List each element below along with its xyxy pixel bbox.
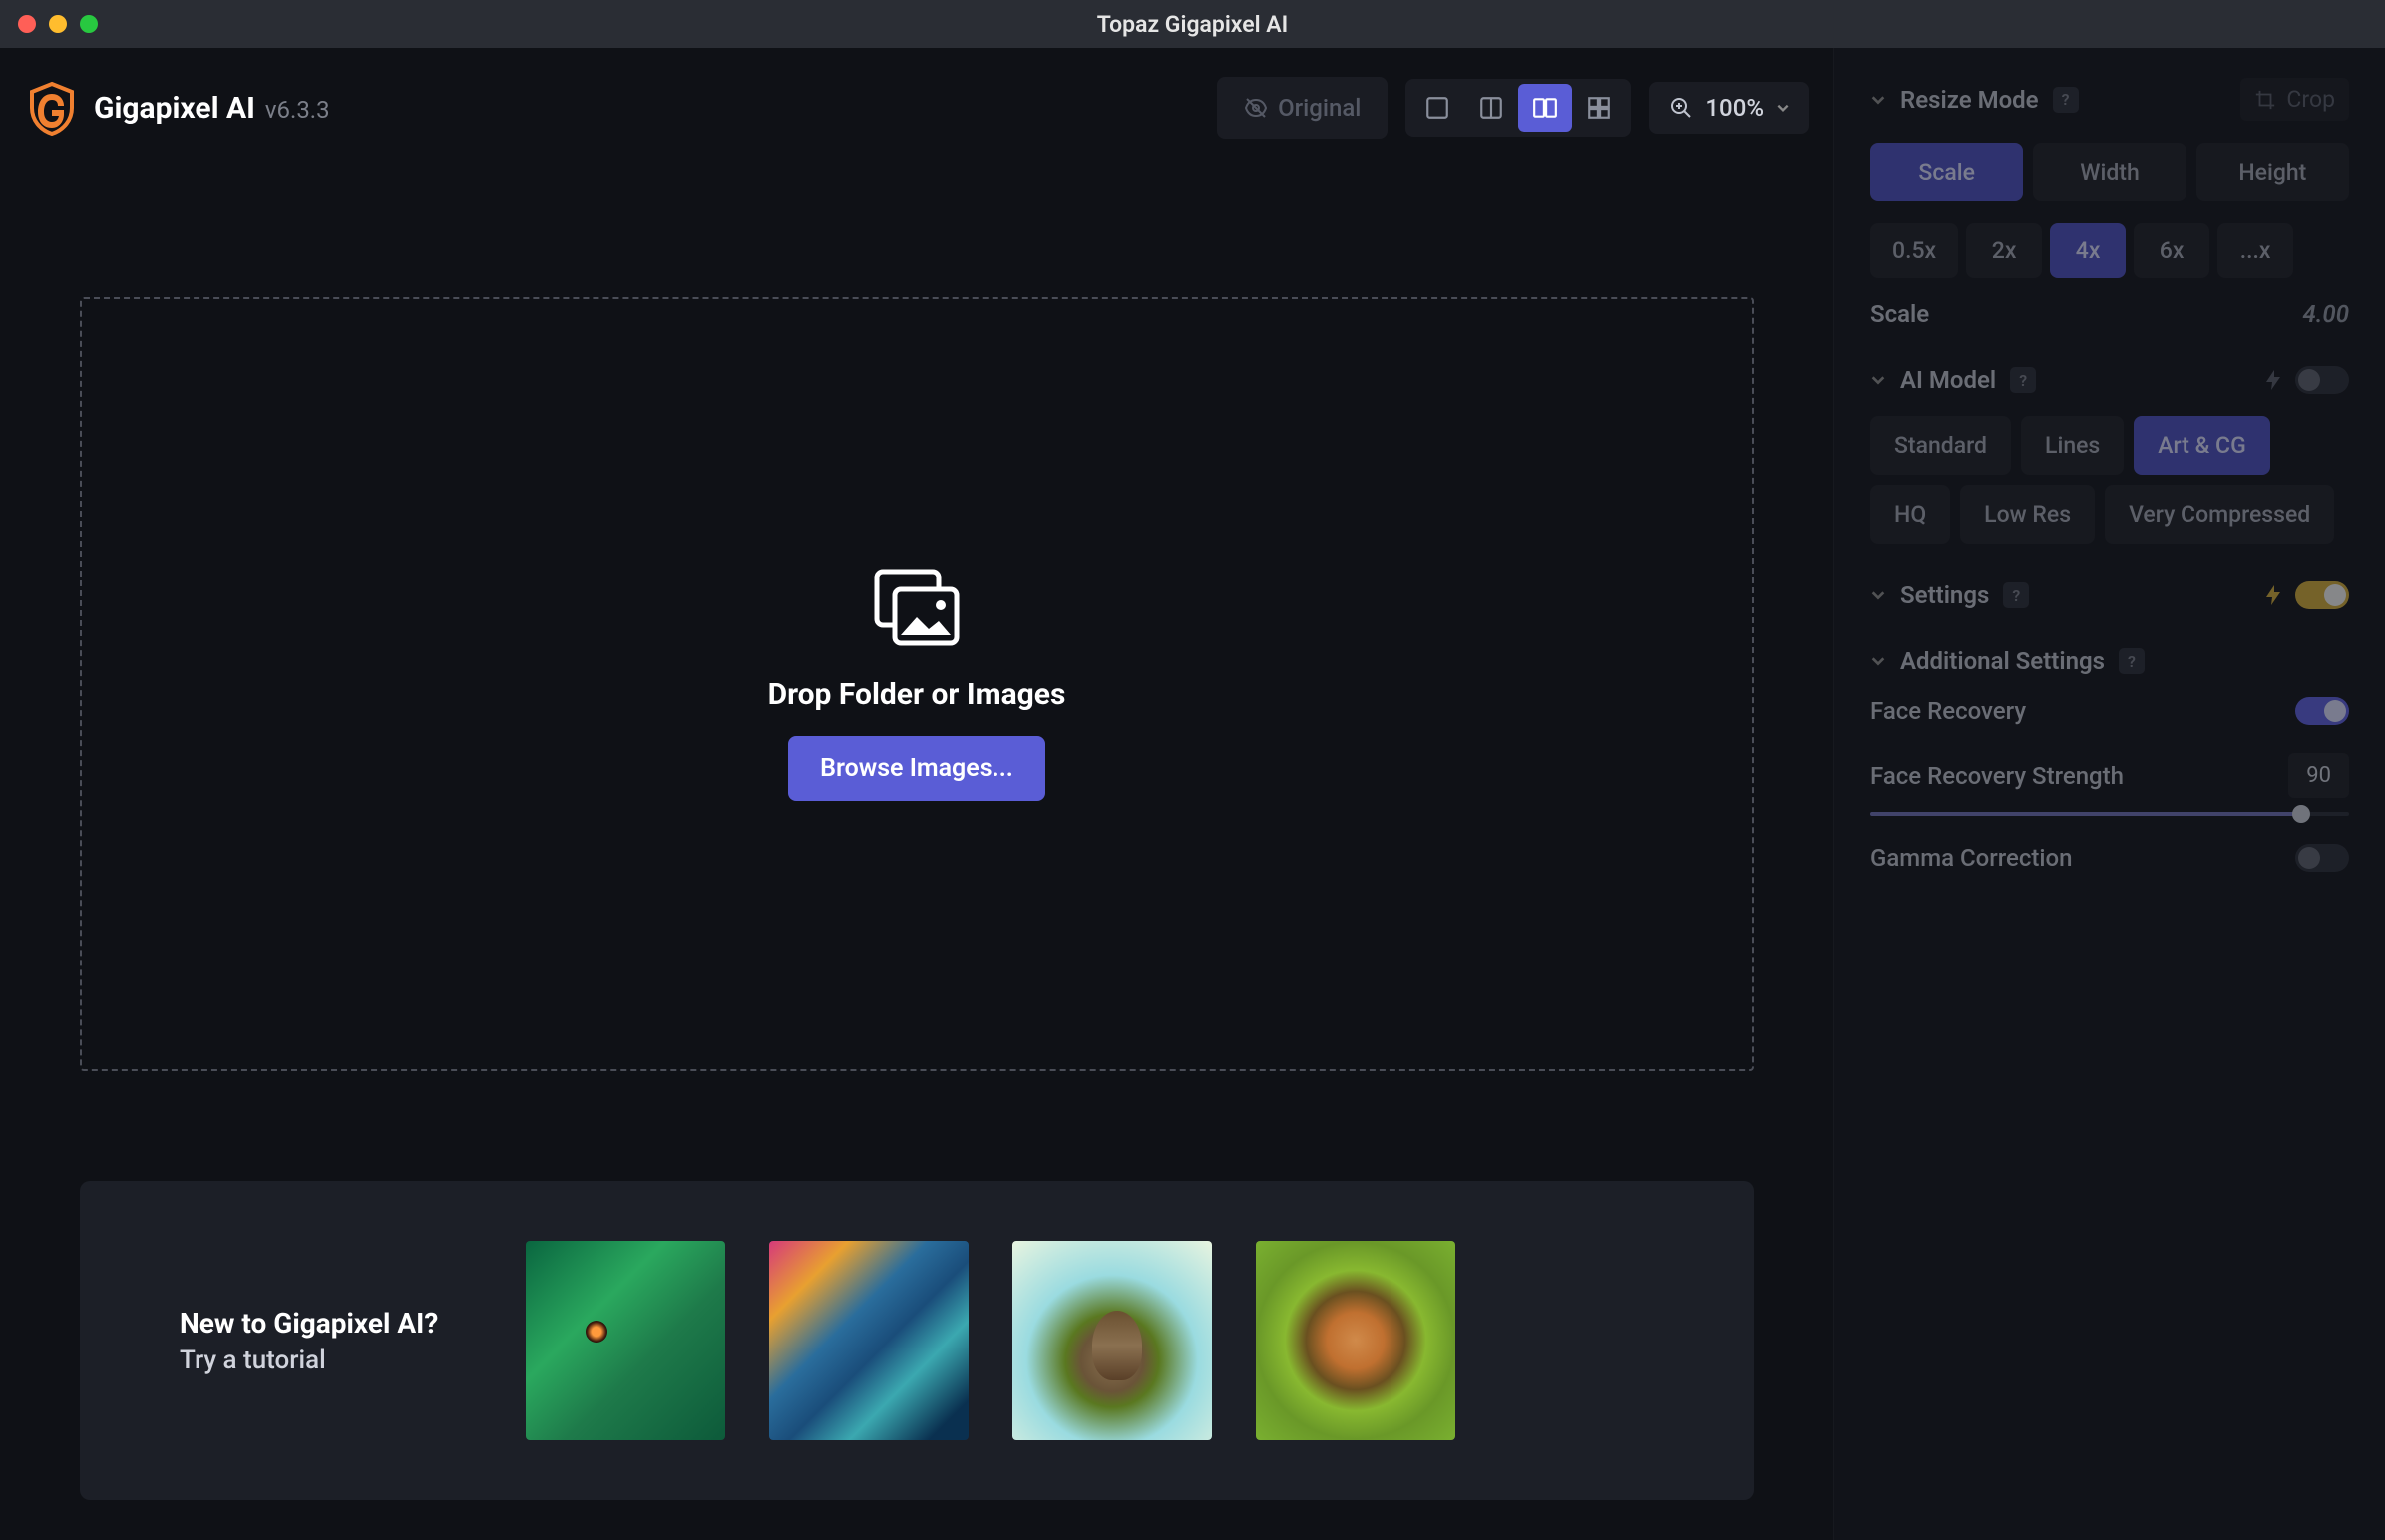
ai-model-title: AI Model [1900,366,1996,394]
help-badge[interactable]: ? [2119,648,2145,674]
ai-model-section: AI Model ? Standard Lines Art & CG HQ Lo… [1870,366,2349,544]
model-artcg-button[interactable]: Art & CG [2134,416,2269,475]
chevron-down-icon[interactable] [1870,92,1886,108]
help-badge[interactable]: ? [2003,582,2029,608]
chevron-down-icon[interactable] [1870,653,1886,669]
tutorial-thumb-lizard[interactable] [526,1241,725,1440]
chevron-down-icon[interactable] [1870,372,1886,388]
resize-mode-section: Resize Mode ? Crop Scale Width Height 0.… [1870,78,2349,328]
image-stack-icon [869,568,965,653]
settings-auto-toggle[interactable] [2295,581,2349,609]
face-recovery-toggle[interactable] [2295,697,2349,725]
slider-thumb[interactable] [2292,805,2310,823]
tutorial-thumb-owl[interactable] [1012,1241,1212,1440]
scale-half-button[interactable]: 0.5x [1870,223,1958,278]
help-badge[interactable]: ? [2010,367,2036,393]
bolt-icon [2263,369,2283,391]
tutorial-title: New to Gigapixel AI? [180,1307,438,1340]
tutorial-subtitle: Try a tutorial [180,1346,438,1375]
ai-auto-toggle[interactable] [2295,366,2349,394]
app-logo-wrap: Gigapixel AI v6.3.3 [24,80,330,136]
crop-label: Crop [2286,86,2335,113]
face-recovery-strength-label: Face Recovery Strength [1870,762,2124,790]
traffic-lights [18,15,98,33]
additional-settings-section: Additional Settings ? Face Recovery Face… [1870,647,2349,872]
titlebar: Topaz Gigapixel AI [0,0,2385,48]
eye-off-icon [1244,96,1268,120]
model-standard-button[interactable]: Standard [1870,416,2011,475]
sidebar: Resize Mode ? Crop Scale Width Height 0.… [1833,48,2385,1540]
minimize-window-button[interactable] [49,15,67,33]
mode-width-button[interactable]: Width [2033,143,2186,201]
view-side-by-side-icon [1532,95,1558,121]
model-lines-button[interactable]: Lines [2021,416,2124,475]
zoom-level: 100% [1705,94,1764,122]
browse-images-button[interactable]: Browse Images... [788,736,1045,801]
app-header: Gigapixel AI v6.3.3 Original [0,48,1833,168]
mode-scale-button[interactable]: Scale [1870,143,2023,201]
content-area: Drop Folder or Images Browse Images... N… [0,168,1833,1540]
chevron-down-icon [1776,101,1789,115]
dropzone-text: Drop Folder or Images [768,677,1066,712]
crop-icon [2254,89,2276,111]
app-version: v6.3.3 [265,96,330,124]
gamma-correction-toggle[interactable] [2295,844,2349,872]
model-hq-button[interactable]: HQ [1870,485,1950,544]
model-verycompressed-button[interactable]: Very Compressed [2105,485,2334,544]
gamma-correction-label: Gamma Correction [1870,844,2073,872]
view-grid-icon [1586,95,1612,121]
scale-custom-button[interactable]: ...x [2217,223,2293,278]
zoom-in-icon [1669,96,1693,120]
help-badge[interactable]: ? [2053,87,2079,113]
zoom-control[interactable]: 100% [1649,82,1809,134]
main-area: Gigapixel AI v6.3.3 Original [0,48,1833,1540]
view-mode-group [1405,79,1631,137]
tutorial-thumbs [526,1241,1455,1440]
preview-mode-group: Original [1217,77,1388,139]
tutorial-thumb-butterfly[interactable] [1256,1241,1455,1440]
face-recovery-strength-slider[interactable] [1870,812,2349,816]
scale-2x-button[interactable]: 2x [1966,223,2042,278]
app-logo-icon [24,80,80,136]
app-name: Gigapixel AI [94,91,255,126]
view-split-icon [1478,95,1504,121]
face-recovery-strength-value[interactable]: 90 [2288,753,2349,798]
scale-value[interactable]: 4.00 [2303,300,2349,328]
crop-button[interactable]: Crop [2240,78,2349,121]
mode-height-button[interactable]: Height [2196,143,2349,201]
chevron-down-icon[interactable] [1870,587,1886,603]
view-side-by-side-button[interactable] [1518,84,1572,132]
original-toggle-button[interactable]: Original [1222,82,1383,134]
tutorial-thumb-brushes[interactable] [769,1241,969,1440]
app-name-wrap: Gigapixel AI v6.3.3 [94,91,330,126]
tutorial-text: New to Gigapixel AI? Try a tutorial [180,1307,478,1375]
tutorial-panel: New to Gigapixel AI? Try a tutorial [80,1181,1754,1500]
window-title: Topaz Gigapixel AI [1097,11,1289,38]
model-lowres-button[interactable]: Low Res [1960,485,2095,544]
scale-6x-button[interactable]: 6x [2134,223,2209,278]
additional-settings-title: Additional Settings [1900,647,2105,675]
settings-title: Settings [1900,581,1989,609]
view-grid-button[interactable] [1572,84,1626,132]
close-window-button[interactable] [18,15,36,33]
dropzone[interactable]: Drop Folder or Images Browse Images... [80,297,1754,1071]
face-recovery-label: Face Recovery [1870,697,2026,725]
view-single-button[interactable] [1410,84,1464,132]
bolt-icon [2263,584,2283,606]
original-label: Original [1278,94,1361,122]
maximize-window-button[interactable] [80,15,98,33]
settings-section: Settings ? [1870,581,2349,609]
resize-mode-title: Resize Mode [1900,86,2039,114]
view-single-icon [1424,95,1450,121]
scale-label: Scale [1870,300,1929,328]
scale-4x-button[interactable]: 4x [2050,223,2126,278]
view-split-button[interactable] [1464,84,1518,132]
